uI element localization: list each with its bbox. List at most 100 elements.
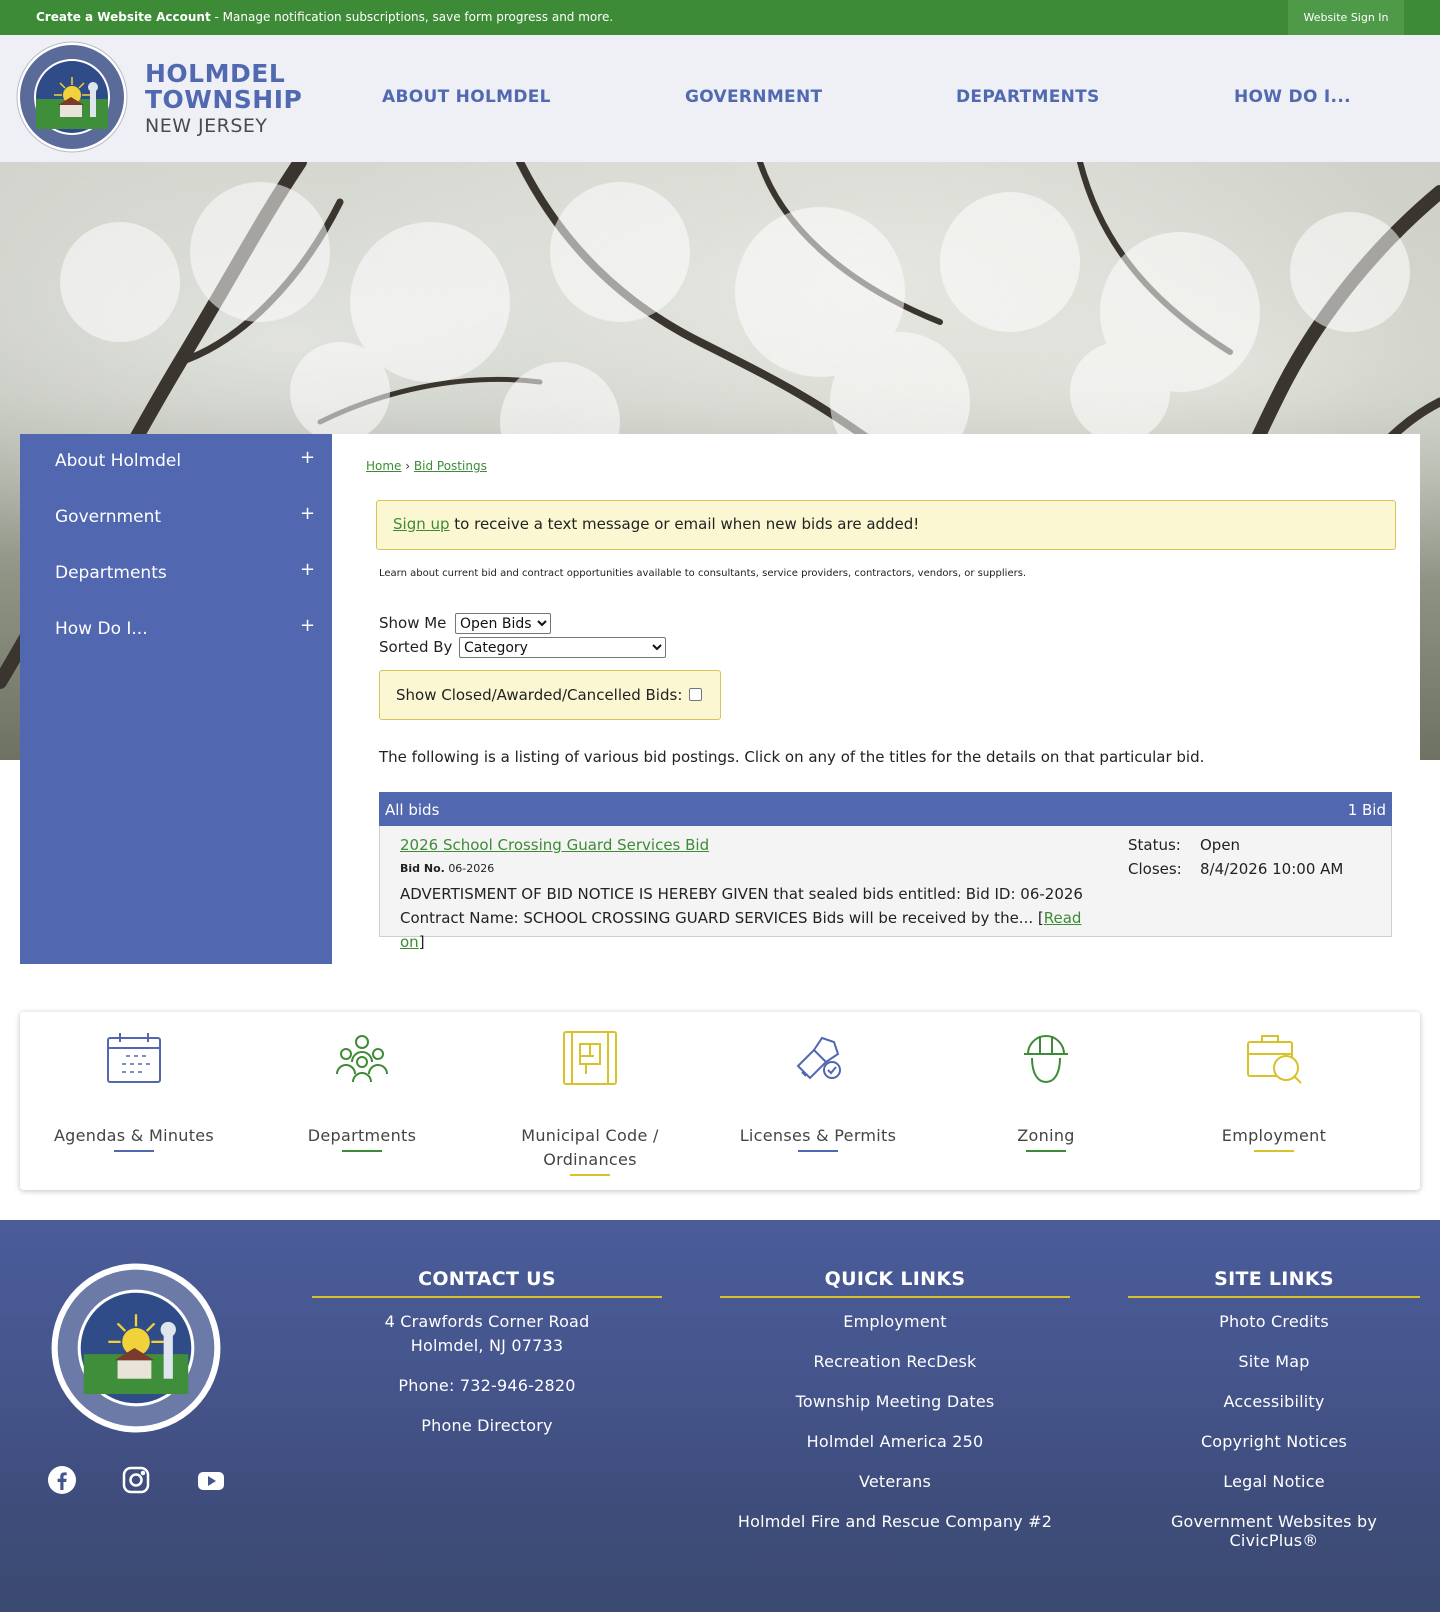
bid-number: Bid No. 06-2026 xyxy=(400,862,494,875)
show-closed-label: Show Closed/Awarded/Cancelled Bids: xyxy=(396,686,683,704)
quick-links-tiles: Agendas & Minutes Departments Municipal … xyxy=(20,1012,1420,1190)
sidebar-item-label: About Holmdel xyxy=(55,451,182,471)
tile-label: Licenses & Permits xyxy=(739,1126,897,1145)
quick-link-fire-rescue[interactable]: Holmdel Fire and Rescue Company #2 xyxy=(720,1512,1070,1531)
quick-links-heading: QUICK LINKS xyxy=(824,1268,966,1290)
brand-line-3: NEW JERSEY xyxy=(145,115,268,137)
tile-underline xyxy=(114,1150,154,1152)
notify-signup-alert: Sign up to receive a text message or ema… xyxy=(376,500,1396,550)
site-link-copyright[interactable]: Copyright Notices xyxy=(1128,1432,1420,1451)
tile-underline xyxy=(570,1174,610,1176)
township-seal-logo[interactable] xyxy=(16,41,128,153)
tile-underline xyxy=(342,1150,382,1152)
quick-link-meeting-dates[interactable]: Township Meeting Dates xyxy=(720,1392,1070,1411)
site-link-site-map[interactable]: Site Map xyxy=(1128,1352,1420,1371)
closes-value: 8/4/2026 10:00 AM xyxy=(1200,860,1344,878)
status-value: Open xyxy=(1200,836,1241,854)
blueprint-icon xyxy=(560,1028,620,1088)
bids-table-header: All bids 1 Bid xyxy=(379,792,1392,826)
bid-number-label: Bid No. xyxy=(400,862,445,875)
contact-us-heading: CONTACT US xyxy=(418,1268,556,1290)
sidebar-item-how-do-i[interactable]: How Do I... + xyxy=(20,602,332,658)
website-sign-in-button[interactable]: Website Sign In xyxy=(1288,0,1404,35)
site-link-photo-credits[interactable]: Photo Credits xyxy=(1128,1312,1420,1331)
expand-plus-icon[interactable]: + xyxy=(300,559,315,580)
tile-licenses-permits[interactable]: Licenses & Permits xyxy=(704,1012,932,1190)
briefcase-icon xyxy=(1244,1028,1304,1088)
tile-label: Employment xyxy=(1221,1126,1327,1145)
brand-line-1: HOLMDEL xyxy=(145,59,286,88)
site-link-accessibility[interactable]: Accessibility xyxy=(1128,1392,1420,1411)
stamp-icon xyxy=(788,1028,848,1088)
phone-directory-link[interactable]: Phone Directory xyxy=(312,1416,662,1435)
footer-township-seal xyxy=(50,1262,222,1434)
expand-plus-icon[interactable]: + xyxy=(300,447,315,468)
breadcrumb: Home › Bid Postings xyxy=(366,459,487,473)
bid-list-item: 2026 School Crossing Guard Services Bid … xyxy=(379,826,1392,951)
show-me-select[interactable]: Open Bids xyxy=(455,613,551,634)
alert-text: Sign up to receive a text message or ema… xyxy=(393,515,919,533)
quick-link-america-250[interactable]: Holmdel America 250 xyxy=(720,1432,1070,1451)
breadcrumb-separator: › xyxy=(405,459,411,473)
main-content: Home › Bid Postings Sign up to receive a… xyxy=(332,434,1420,964)
show-closed-checkbox[interactable] xyxy=(689,688,702,701)
quick-links-heading-rule xyxy=(720,1296,1070,1298)
site-footer: CONTACT US 4 Crawfords Corner Road Holmd… xyxy=(0,1220,1440,1612)
site-header: HOLMDEL TOWNSHIP NEW JERSEY ABOUT HOLMDE… xyxy=(0,35,1440,162)
youtube-icon[interactable] xyxy=(196,1465,226,1495)
expand-plus-icon[interactable]: + xyxy=(300,615,315,636)
expand-plus-icon[interactable]: + xyxy=(300,503,315,524)
contact-heading-rule xyxy=(312,1296,662,1298)
bids-count: 1 Bid xyxy=(1347,801,1386,819)
create-account-desc: - Manage notification subscriptions, sav… xyxy=(210,10,614,24)
tile-underline xyxy=(1254,1150,1294,1152)
tile-departments[interactable]: Departments xyxy=(248,1012,476,1190)
create-account-message[interactable]: Create a Website Account - Manage notifi… xyxy=(36,10,613,24)
instagram-icon[interactable] xyxy=(121,1465,151,1495)
sidebar-item-government[interactable]: Government + xyxy=(20,490,332,546)
sidebar-item-about-holmdel[interactable]: About Holmdel + xyxy=(20,434,332,490)
bid-number-value: 06-2026 xyxy=(448,862,495,875)
people-icon xyxy=(332,1028,392,1088)
listing-description: The following is a listing of various bi… xyxy=(379,748,1205,766)
sidebar-item-label: How Do I... xyxy=(55,619,148,639)
bids-category-title: All bids xyxy=(385,801,440,819)
site-link-civicplus[interactable]: Government Websites by CivicPlus® xyxy=(1128,1512,1420,1550)
site-link-legal-notice[interactable]: Legal Notice xyxy=(1128,1472,1420,1491)
site-links-heading: SITE LINKS xyxy=(1214,1268,1334,1290)
sign-up-link[interactable]: Sign up xyxy=(393,515,450,533)
sidebar-item-label: Departments xyxy=(55,563,167,583)
sorted-by-select[interactable]: Category xyxy=(459,637,666,658)
bid-description: ADVERTISMENT OF BID NOTICE IS HEREBY GIV… xyxy=(400,882,1100,954)
nav-about-holmdel[interactable]: ABOUT HOLMDEL xyxy=(382,87,551,107)
quick-link-veterans[interactable]: Veterans xyxy=(720,1472,1070,1491)
bid-title-link[interactable]: 2026 School Crossing Guard Services Bid xyxy=(400,836,709,854)
tile-underline xyxy=(1026,1150,1066,1152)
sorted-by-label: Sorted By xyxy=(379,638,453,656)
breadcrumb-home-link[interactable]: Home xyxy=(366,459,401,473)
nav-how-do-i[interactable]: HOW DO I... xyxy=(1234,87,1351,107)
nav-departments[interactable]: DEPARTMENTS xyxy=(956,87,1100,107)
create-account-link[interactable]: Create a Website Account xyxy=(36,10,211,24)
tile-underline xyxy=(798,1150,838,1152)
tile-employment[interactable]: Employment xyxy=(1160,1012,1388,1190)
bid-description-end: ] xyxy=(418,933,425,951)
tile-municipal-code[interactable]: Municipal Code / Ordinances xyxy=(476,1012,704,1190)
tile-label: Agendas & Minutes xyxy=(53,1126,215,1145)
bid-description-text: ADVERTISMENT OF BID NOTICE IS HEREBY GIV… xyxy=(400,885,1083,927)
facebook-icon[interactable] xyxy=(47,1465,77,1495)
tile-agendas-minutes[interactable]: Agendas & Minutes xyxy=(20,1012,248,1190)
tile-label: Departments xyxy=(307,1126,417,1145)
sidebar-item-departments[interactable]: Departments + xyxy=(20,546,332,602)
contact-address-line-1: 4 Crawfords Corner Road xyxy=(384,1312,590,1331)
show-me-label: Show Me xyxy=(379,614,447,632)
nav-government[interactable]: GOVERNMENT xyxy=(685,87,822,107)
quick-link-employment[interactable]: Employment xyxy=(720,1312,1070,1331)
contact-phone[interactable]: Phone: 732-946-2820 xyxy=(312,1376,662,1395)
quick-link-recdesk[interactable]: Recreation RecDesk xyxy=(720,1352,1070,1371)
closes-label: Closes: xyxy=(1128,860,1182,878)
township-brand[interactable]: HOLMDEL TOWNSHIP NEW JERSEY xyxy=(145,61,302,139)
breadcrumb-bid-postings-link[interactable]: Bid Postings xyxy=(414,459,487,473)
tile-zoning[interactable]: Zoning xyxy=(932,1012,1160,1190)
tile-label: Zoning xyxy=(1017,1126,1075,1145)
